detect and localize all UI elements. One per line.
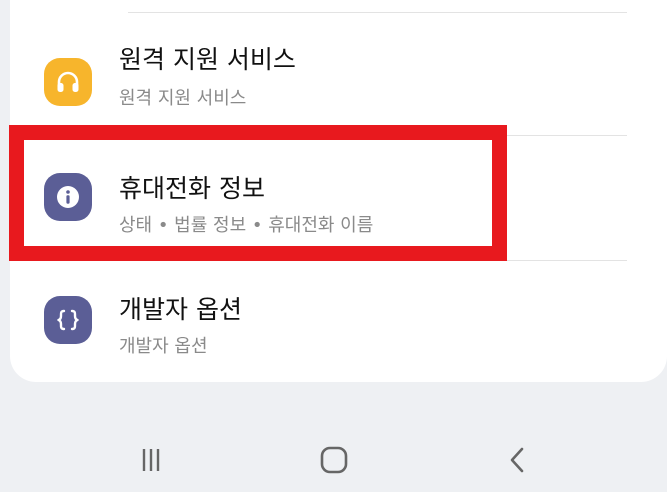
- braces-icon: [44, 296, 92, 344]
- settings-item-title: 개발자 옵션: [119, 295, 242, 324]
- highlight-box: [9, 125, 507, 261]
- recent-apps-icon[interactable]: [131, 440, 171, 480]
- settings-item-title: 원격 지원 서비스: [119, 45, 296, 74]
- settings-item-developer-options[interactable]: 개발자 옵션 개발자 옵션: [10, 260, 667, 378]
- headset-icon: [44, 58, 92, 106]
- settings-item-subtitle: 원격 지원 서비스: [119, 88, 247, 109]
- navigation-bar: [0, 420, 667, 492]
- back-icon[interactable]: [497, 440, 537, 480]
- settings-item-subtitle: 개발자 옵션: [119, 336, 208, 357]
- settings-item-remote-support[interactable]: 원격 지원 서비스 원격 지원 서비스: [10, 12, 667, 130]
- home-icon[interactable]: [314, 440, 354, 480]
